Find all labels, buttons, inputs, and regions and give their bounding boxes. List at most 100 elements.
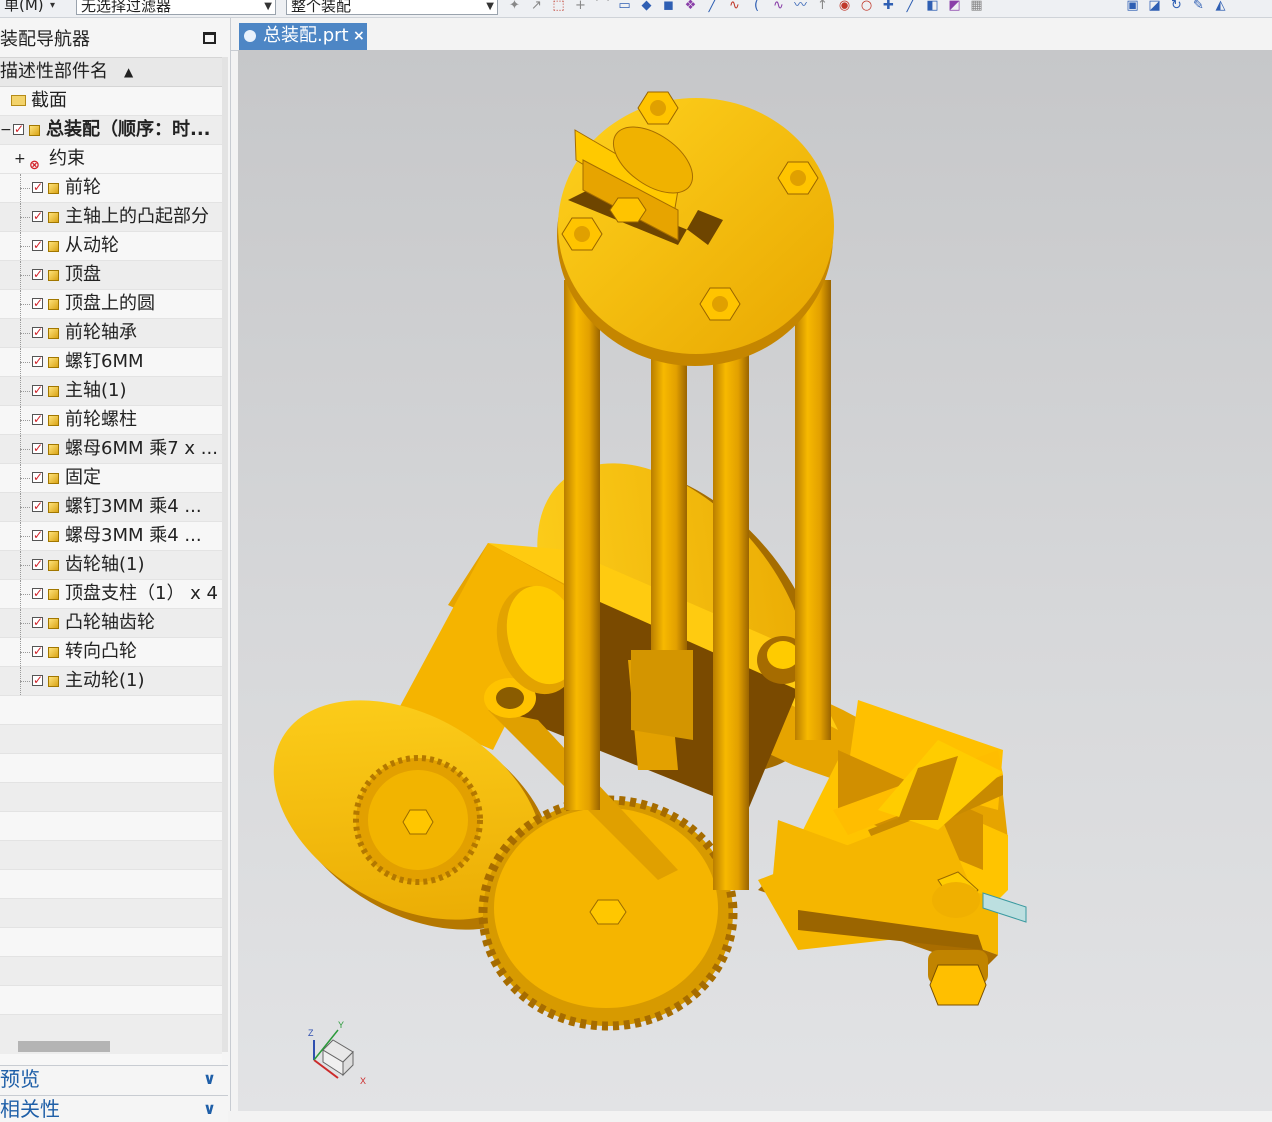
checkbox-checked-icon[interactable]: ✓ [32,558,43,570]
expand-icon[interactable]: + [14,145,26,173]
checkbox-checked-icon[interactable]: ✓ [32,616,43,628]
preview-panel-header[interactable]: 预览 ∨ [0,1065,228,1092]
view-shade-icon[interactable]: ◭ [1211,0,1230,14]
tree-item-part[interactable]: ✓ 前轮 [0,174,222,203]
empty-row [0,870,222,899]
view-fit-icon[interactable]: ▣ [1123,0,1142,14]
tree-item-part[interactable]: ✓ 顶盘 [0,261,222,290]
tree-item-part[interactable]: ✓ 齿轮轴(1) [0,551,222,580]
snap-arc-icon[interactable]: ⌒ [593,0,612,14]
snap-arc2-icon[interactable]: ( [747,0,766,14]
checkbox-checked-icon[interactable]: ✓ [32,384,43,396]
checkbox-checked-icon[interactable]: ✓ [32,413,43,425]
horizontal-scrollbar-thumb[interactable] [18,1041,110,1052]
tab-total-assembly[interactable]: 总装配.prt × [239,23,367,50]
view-pen-icon[interactable]: ✎ [1189,0,1208,14]
checkbox-checked-icon[interactable]: ✓ [32,471,43,483]
tree-item-part[interactable]: ✓ 主动轮(1) [0,667,222,696]
part-icon [48,328,59,339]
column-header[interactable]: 描述性部件名 ▲ [0,57,222,87]
select-sheet-icon[interactable]: ◩ [945,0,964,14]
checkbox-checked-icon[interactable]: ✓ [32,297,43,309]
checkbox-checked-icon[interactable]: ✓ [32,587,43,599]
tree-item-part[interactable]: ✓ 顶盘上的圆 [0,290,222,319]
select-solid-icon[interactable]: ◧ [923,0,942,14]
checkbox-checked-icon[interactable]: ✓ [32,674,43,686]
tree-item-root-assembly[interactable]: − ✓ 总装配（顺序：时... [0,116,222,145]
tree-item-part[interactable]: ✓ 凸轮轴齿轮 [0,609,222,638]
snap-center-icon[interactable]: ◉ [835,0,854,14]
chevron-down-icon: ∨ [203,1069,216,1088]
large-gear[interactable] [478,795,738,1031]
part-icon [48,560,59,571]
tree-item-part[interactable]: ✓ 转向凸轮 [0,638,222,667]
part-icon [48,357,59,368]
snap-point-icon[interactable]: ✦ [505,0,524,14]
select-face-icon[interactable]: ◼ [659,0,678,14]
graphics-viewport[interactable]: Z Y X [238,50,1272,1111]
snap-circle-icon[interactable]: ○ [857,0,876,14]
tree-item-label: 齿轮轴(1) [65,554,145,575]
tree-item-part[interactable]: ✓ 前轮螺柱 [0,406,222,435]
tree-item-section[interactable]: 截面 [0,87,222,116]
dependencies-panel-header[interactable]: 相关性 ∨ [0,1095,228,1122]
assembly-model[interactable]: Z Y X [238,50,1272,1111]
checkbox-checked-icon[interactable]: ✓ [32,442,43,454]
selection-scope-dropdown[interactable]: 整个装配 ▼ [286,0,498,15]
chevron-down-icon: ▼ [264,1,272,12]
checkbox-checked-icon[interactable]: ✓ [32,239,43,251]
snap-line-icon[interactable]: ╱ [703,0,722,14]
checkbox-checked-icon[interactable]: ✓ [32,355,43,367]
checkbox-checked-icon[interactable]: ✓ [32,210,43,222]
checkbox-checked-icon[interactable]: ✓ [32,500,43,512]
tree-item-part[interactable]: ✓ 从动轮 [0,232,222,261]
checkbox-checked-icon[interactable]: ✓ [32,268,43,280]
maximize-icon[interactable] [203,32,216,44]
snap-box-icon[interactable]: ▭ [615,0,634,14]
tree-item-part[interactable]: ✓ 螺钉6MM [0,348,222,377]
small-gear[interactable] [353,755,483,885]
snap-plus-icon[interactable]: + [571,0,590,14]
empty-row [0,754,222,783]
checkbox-checked-icon[interactable]: ✓ [32,326,43,338]
tree-line [20,594,30,595]
menu-button[interactable]: 单(M) ▾ [0,0,58,15]
tree-item-constraints[interactable]: + ⊗ 约束 [0,145,222,174]
tree-item-part[interactable]: ✓ 主轴上的凸起部分 [0,203,222,232]
snap-intersect-icon[interactable]: ✚ [879,0,898,14]
checkbox-checked-icon[interactable]: ✓ [32,529,43,541]
select-body-icon[interactable]: ◆ [637,0,656,14]
tree-item-part[interactable]: ✓ 顶盘支柱（1） x 4 [0,580,222,609]
view-rotate-icon[interactable]: ↻ [1167,0,1186,14]
tree-line [20,362,30,363]
select-assembly-icon[interactable]: ▦ [967,0,986,14]
checkbox-checked-icon[interactable]: ✓ [32,181,43,193]
checkbox-checked-icon[interactable]: ✓ [32,645,43,657]
snap-curve-icon[interactable]: ∿ [725,0,744,14]
close-icon[interactable]: × [353,23,365,49]
snap-arrow-icon[interactable]: ↑ [813,0,832,14]
tree-item-part[interactable]: ✓ 螺钉3MM 乘4 ... [0,493,222,522]
tree-item-part[interactable]: ✓ 螺母3MM 乘4 ... [0,522,222,551]
snap-end-icon[interactable]: ↗ [527,0,546,14]
part-icon [48,676,59,687]
snap-wave-icon[interactable]: 〰 [791,0,810,14]
snap-tangent-icon[interactable]: ╱ [901,0,920,14]
view-triad[interactable]: Z Y X [308,1020,366,1086]
tree-item-part[interactable]: ✓ 前轮轴承 [0,319,222,348]
empty-row [0,841,222,870]
vertical-scrollbar[interactable] [222,57,228,1052]
view-section-icon[interactable]: ◪ [1145,0,1164,14]
selection-filter-dropdown[interactable]: 无选择过滤器 ▼ [76,0,276,15]
tree-item-label: 主轴上的凸起部分 [65,206,209,227]
tree-item-part[interactable]: ✓ 螺母6MM 乘7 x ... [0,435,222,464]
snap-mid-icon[interactable]: ⬚ [549,0,568,14]
top-plate[interactable] [557,91,834,366]
collapse-icon[interactable]: − [0,116,12,144]
checkbox-checked-icon[interactable]: ✓ [13,123,24,135]
tree-item-part[interactable]: ✓ 主轴(1) [0,377,222,406]
tree-item-part[interactable]: ✓ 固定 [0,464,222,493]
top-toolbar: 单(M) ▾ 无选择过滤器 ▼ 整个装配 ▼ ✦ ↗ ⬚ + ⌒ ▭ ◆ ◼ ❖ ╱ ∿(∿ 〰 ↑ ◉ ○ ✚ ╱ ◧… [0,0,1272,18]
snap-spline-icon[interactable]: ∿ [769,0,788,14]
snap-grid-icon[interactable]: ❖ [681,0,700,14]
